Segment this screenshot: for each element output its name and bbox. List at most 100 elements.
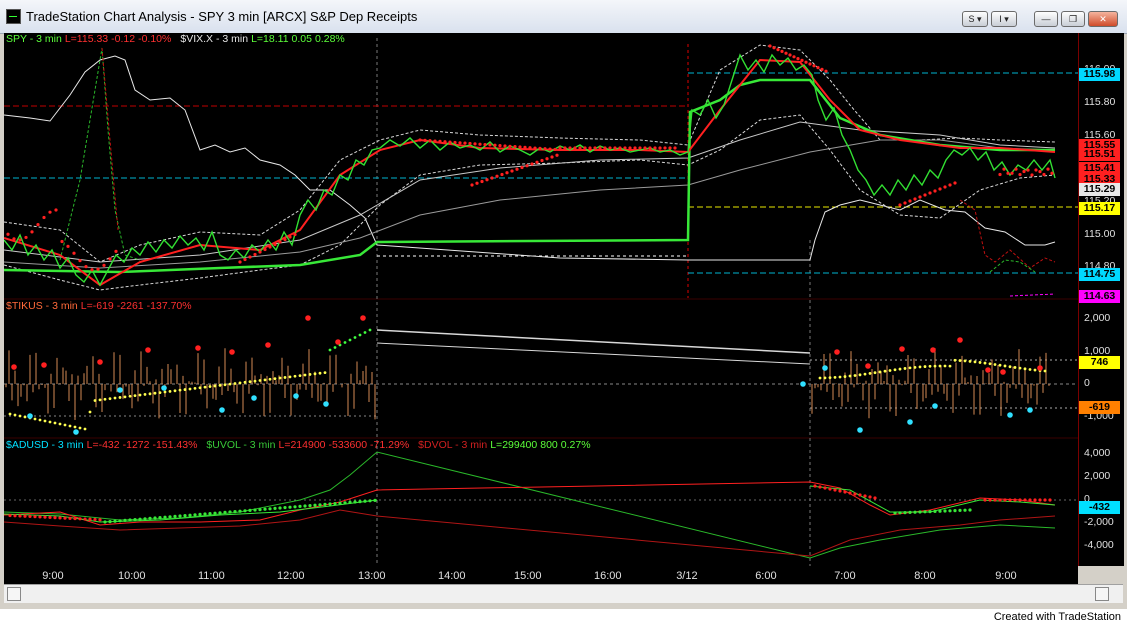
marker-dot: [638, 146, 642, 150]
restore-button[interactable]: ❐: [1061, 11, 1085, 27]
marker-dot: [480, 179, 484, 184]
price-legend-item: -0.10%: [138, 33, 172, 45]
marker-dot: [863, 494, 867, 498]
marker-dot: [13, 514, 17, 518]
marker-dot: [930, 347, 936, 353]
marker-dot: [548, 147, 552, 151]
i-menu-button[interactable]: I ▾: [991, 11, 1017, 27]
marker-dot: [603, 146, 607, 150]
marker-dot: [41, 362, 47, 368]
marker-dot: [543, 147, 547, 151]
marker-dot: [918, 195, 922, 199]
marker-dot: [1027, 407, 1033, 413]
marker-dot: [983, 498, 987, 502]
dvol-line: [4, 509, 1056, 557]
marker-dot: [258, 379, 262, 382]
tikus-tick-label: 0: [1084, 377, 1090, 389]
marker-dot: [168, 389, 172, 393]
minimize-button[interactable]: —: [1034, 11, 1058, 27]
close-button[interactable]: ✕: [1088, 11, 1118, 27]
marker-dot: [348, 338, 352, 342]
marker-dot: [293, 505, 297, 509]
marker-dot: [11, 364, 17, 370]
marker-dot: [923, 193, 927, 197]
marker-dot: [648, 146, 652, 150]
marker-dot: [153, 516, 157, 520]
price-legend-item: $VIX.X - 3 min: [180, 33, 249, 45]
marker-dot: [938, 509, 942, 513]
marker-dot: [493, 143, 497, 147]
credit-text: Created with TradeStation: [993, 611, 1121, 623]
marker-dot: [555, 153, 559, 157]
marker-dot: [288, 375, 292, 379]
marker-dot: [843, 375, 847, 378]
marker-dot: [993, 498, 997, 502]
marker-dot: [834, 349, 840, 355]
marker-dot: [1002, 167, 1006, 171]
marker-dot: [161, 385, 167, 391]
marker-dot: [353, 336, 357, 339]
marker-dot: [1033, 498, 1037, 502]
title-bar[interactable]: TradeStation Chart Analysis - SPY 3 min …: [0, 0, 1127, 34]
marker-dot: [958, 508, 962, 512]
marker-dot: [848, 374, 852, 378]
marker-dot: [768, 44, 772, 48]
marker-dot: [73, 425, 77, 429]
marker-dot: [23, 514, 27, 518]
marker-dot: [8, 513, 12, 518]
marker-dot: [983, 361, 987, 365]
marker-dot: [268, 245, 272, 249]
marker-dot: [128, 394, 132, 398]
marker-dot: [898, 203, 902, 207]
marker-dot: [428, 139, 432, 143]
marker-dot: [833, 488, 837, 492]
marker-dot: [53, 421, 57, 425]
scroll-left-button[interactable]: [7, 587, 21, 601]
marker-dot: [948, 364, 952, 368]
marker-dot: [1023, 498, 1027, 502]
marker-dot: [213, 511, 217, 515]
horizontal-scrollbar[interactable]: [4, 584, 1123, 603]
marker-dot: [968, 359, 972, 363]
marker-dot: [23, 415, 27, 419]
marker-dot: [18, 514, 22, 518]
marker-dot: [97, 359, 103, 365]
marker-dot: [78, 259, 82, 263]
marker-dot: [828, 487, 832, 491]
marker-dot: [1046, 167, 1050, 171]
marker-dot: [53, 516, 57, 520]
marker-dot: [500, 172, 504, 177]
marker-dot: [913, 510, 917, 514]
marker-dot: [293, 232, 297, 237]
marker-dot: [30, 230, 34, 234]
marker-dot: [6, 232, 10, 236]
marker-dot: [318, 371, 322, 375]
marker-dot: [323, 371, 327, 375]
marker-dot: [932, 403, 938, 409]
s-menu-button[interactable]: S ▾: [962, 11, 988, 27]
marker-dot: [36, 223, 40, 227]
marker-dot: [328, 502, 332, 506]
time-tick-label: 16:00: [594, 570, 622, 582]
marker-dot: [985, 367, 991, 373]
marker-dot: [1000, 369, 1006, 375]
adusd-legend-item: 800: [540, 439, 558, 451]
marker-dot: [133, 394, 137, 398]
marker-dot: [273, 506, 277, 510]
marker-dot: [822, 365, 828, 371]
marker-dot: [893, 511, 897, 515]
marker-dot: [358, 500, 362, 504]
tikus-dots: [8, 315, 1047, 435]
marker-dot: [776, 48, 780, 52]
marker-dot: [113, 396, 117, 400]
marker-dot: [433, 139, 437, 143]
marker-dot: [238, 509, 242, 513]
marker-dot: [495, 174, 499, 178]
marker-dot: [928, 191, 932, 195]
marker-dot: [503, 144, 507, 148]
i-button-label: I: [999, 14, 1002, 24]
scroll-right-button[interactable]: [1095, 587, 1109, 601]
long-ma: [4, 139, 1056, 269]
marker-dot: [368, 328, 372, 332]
marker-dot: [66, 244, 70, 248]
